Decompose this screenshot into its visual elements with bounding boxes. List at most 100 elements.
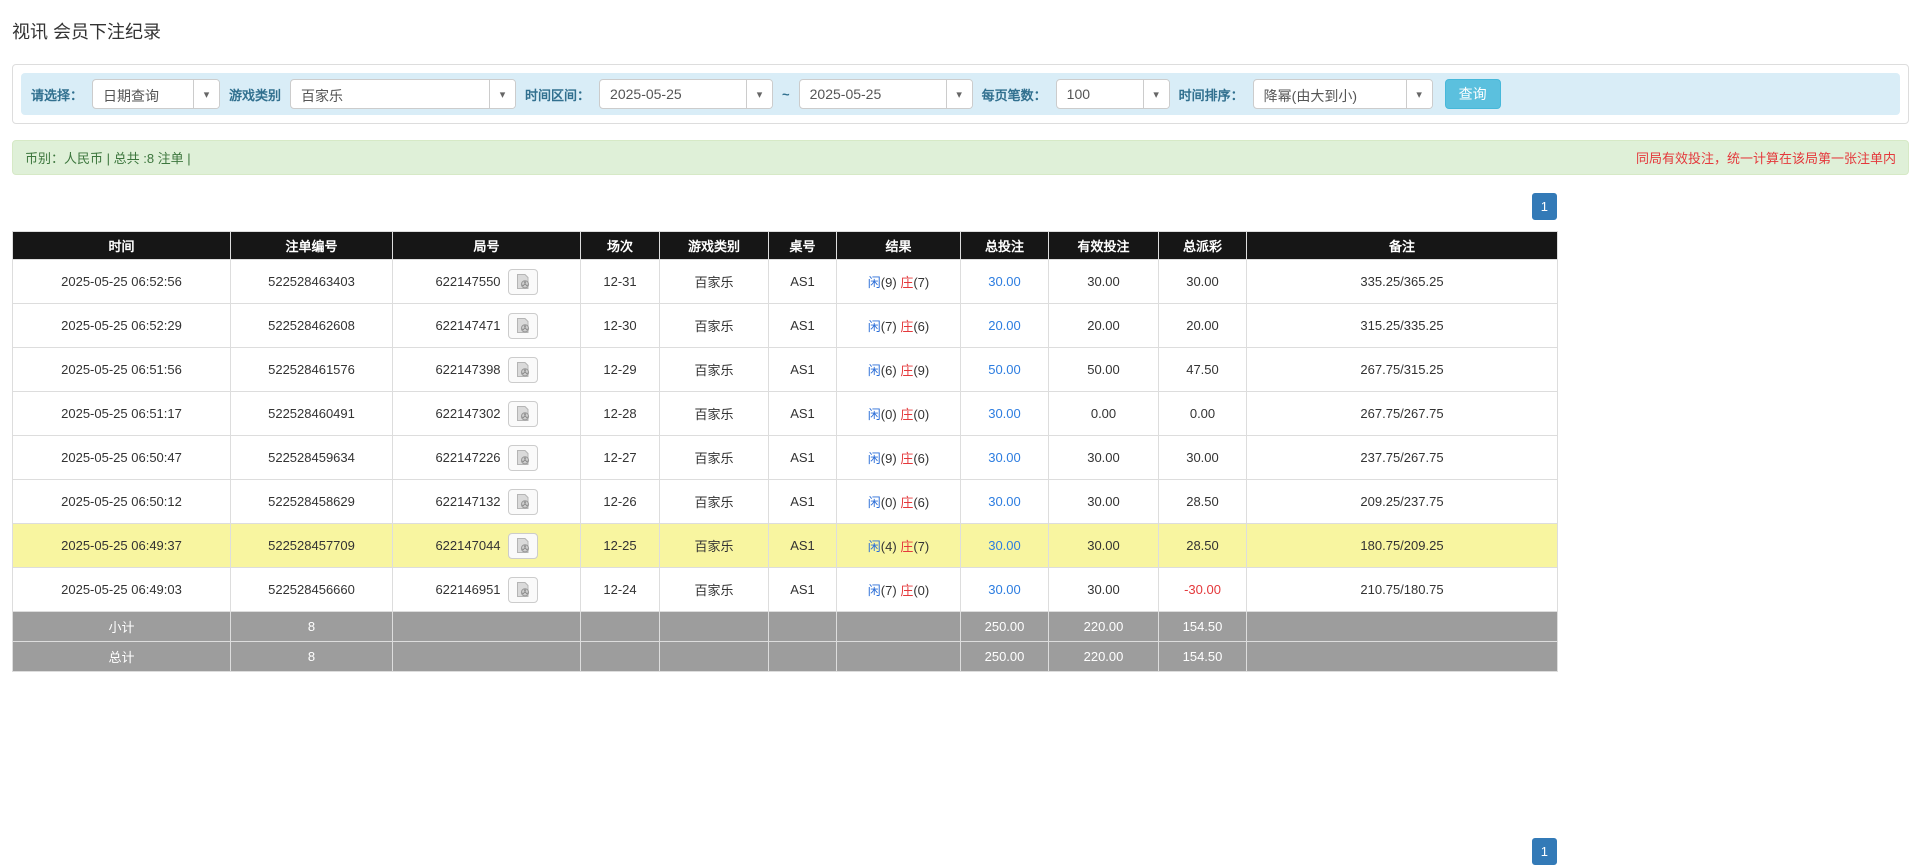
chevron-down-icon: ▾ — [489, 80, 515, 108]
round-cell: 622147302 — [393, 392, 581, 436]
banker-result-score: (7) — [913, 275, 929, 290]
banker-result-score: (6) — [913, 451, 929, 466]
table-no-cell: AS1 — [769, 568, 837, 612]
filter-panel: 请选择： 日期查询 ▾ 游戏类别 百家乐 ▾ 时间区间： 2025-05-25 … — [12, 64, 1909, 124]
valid-bet-cell: 30.00 — [1049, 524, 1159, 568]
film-icon — [514, 361, 531, 378]
summary-total-bet-cell: 250.00 — [961, 642, 1049, 672]
round-id: 622147302 — [435, 406, 500, 421]
player-result-score: (9) — [881, 275, 897, 290]
summary-count-cell: 8 — [231, 642, 393, 672]
game-type-cell: 百家乐 — [660, 480, 769, 524]
round-cell-inner: 622147132 — [435, 489, 537, 515]
date-from-select[interactable]: 2025-05-25 ▾ — [599, 79, 773, 109]
total-bet-link[interactable]: 30.00 — [988, 582, 1021, 597]
total-bet-link[interactable]: 30.00 — [988, 450, 1021, 465]
session-cell: 12-29 — [581, 348, 660, 392]
summary-valid-bet-cell: 220.00 — [1049, 612, 1159, 642]
summary-empty-cell — [1247, 612, 1558, 642]
column-header: 注单编号 — [231, 232, 393, 260]
film-icon — [514, 405, 531, 422]
result-cell: 闲(7) 庄(6) — [837, 304, 961, 348]
column-header: 总投注 — [961, 232, 1049, 260]
player-result-score: (7) — [881, 319, 897, 334]
valid-bet-note-text: 同局有效投注，统一计算在该局第一张注单内 — [1636, 148, 1896, 167]
session-cell: 12-28 — [581, 392, 660, 436]
video-replay-button[interactable] — [508, 401, 538, 427]
summary-empty-cell — [660, 642, 769, 672]
total-bet-link[interactable]: 30.00 — [988, 538, 1021, 553]
page-1-button[interactable]: 1 — [1532, 193, 1557, 220]
date-range-separator: ~ — [782, 87, 790, 102]
page-size-select[interactable]: 100 ▾ — [1056, 79, 1170, 109]
result-cell: 闲(0) 庄(0) — [837, 392, 961, 436]
pagination-top: 1 — [12, 193, 1557, 220]
column-header: 桌号 — [769, 232, 837, 260]
summary-empty-cell — [769, 642, 837, 672]
valid-bet-cell: 20.00 — [1049, 304, 1159, 348]
time-cell: 2025-05-25 06:49:37 — [13, 524, 231, 568]
round-cell: 622146951 — [393, 568, 581, 612]
player-result-label: 闲 — [868, 363, 881, 378]
total-bet-link[interactable]: 30.00 — [988, 406, 1021, 421]
date-to-select[interactable]: 2025-05-25 ▾ — [799, 79, 973, 109]
video-replay-button[interactable] — [508, 269, 538, 295]
page-title: 视讯 会员下注纪录 — [12, 18, 1909, 44]
bet-id-cell: 522528457709 — [231, 524, 393, 568]
table-row: 2025-05-25 06:49:03522528456660622146951… — [13, 568, 1558, 612]
total-bet-link[interactable]: 50.00 — [988, 362, 1021, 377]
player-result-score: (0) — [881, 495, 897, 510]
total-bet-link[interactable]: 30.00 — [988, 494, 1021, 509]
game-type-cell: 百家乐 — [660, 304, 769, 348]
payout-cell: 28.50 — [1159, 524, 1247, 568]
summary-payout-cell: 154.50 — [1159, 642, 1247, 672]
query-type-select[interactable]: 日期查询 ▾ — [92, 79, 220, 109]
round-cell-inner: 622147044 — [435, 533, 537, 559]
game-type-cell: 百家乐 — [660, 392, 769, 436]
player-result-score: (7) — [881, 583, 897, 598]
remark-cell: 210.75/180.75 — [1247, 568, 1558, 612]
remark-cell: 267.75/267.75 — [1247, 392, 1558, 436]
search-button[interactable]: 查询 — [1445, 79, 1501, 109]
summary-count-cell: 8 — [231, 612, 393, 642]
remark-cell: 209.25/237.75 — [1247, 480, 1558, 524]
table-no-cell: AS1 — [769, 480, 837, 524]
summary-total-bet-cell: 250.00 — [961, 612, 1049, 642]
video-replay-button[interactable] — [508, 313, 538, 339]
video-replay-button[interactable] — [508, 357, 538, 383]
banker-result-label: 庄 — [900, 319, 913, 334]
chevron-down-icon: ▾ — [1143, 80, 1169, 108]
total-bet-cell: 20.00 — [961, 304, 1049, 348]
round-id: 622147398 — [435, 362, 500, 377]
total-bet-link[interactable]: 20.00 — [988, 318, 1021, 333]
table-row: 2025-05-25 06:52:29522528462608622147471… — [13, 304, 1558, 348]
round-cell: 622147471 — [393, 304, 581, 348]
film-icon — [514, 449, 531, 466]
round-cell-inner: 622147550 — [435, 269, 537, 295]
round-id: 622147471 — [435, 318, 500, 333]
table-no-cell: AS1 — [769, 304, 837, 348]
time-sort-label: 时间排序： — [1179, 85, 1244, 104]
query-type-label: 请选择： — [31, 85, 83, 104]
pagination-bottom: 1 — [12, 838, 1557, 865]
game-type-select[interactable]: 百家乐 ▾ — [290, 79, 516, 109]
round-cell: 622147398 — [393, 348, 581, 392]
video-replay-button[interactable] — [508, 489, 538, 515]
video-replay-button[interactable] — [508, 577, 538, 603]
banker-result-label: 庄 — [900, 363, 913, 378]
time-sort-select[interactable]: 降幂(由大到小) ▾ — [1253, 79, 1433, 109]
total-bet-cell: 30.00 — [961, 568, 1049, 612]
result-cell: 闲(7) 庄(0) — [837, 568, 961, 612]
banker-result-label: 庄 — [900, 583, 913, 598]
round-id: 622147044 — [435, 538, 500, 553]
summary-empty-cell — [837, 642, 961, 672]
video-replay-button[interactable] — [508, 445, 538, 471]
round-cell: 622147550 — [393, 260, 581, 304]
total-bet-link[interactable]: 30.00 — [988, 274, 1021, 289]
total-bet-cell: 30.00 — [961, 524, 1049, 568]
video-replay-button[interactable] — [508, 533, 538, 559]
remark-cell: 267.75/315.25 — [1247, 348, 1558, 392]
page-1-button[interactable]: 1 — [1532, 838, 1557, 865]
payout-cell: 30.00 — [1159, 260, 1247, 304]
result-cell: 闲(4) 庄(7) — [837, 524, 961, 568]
